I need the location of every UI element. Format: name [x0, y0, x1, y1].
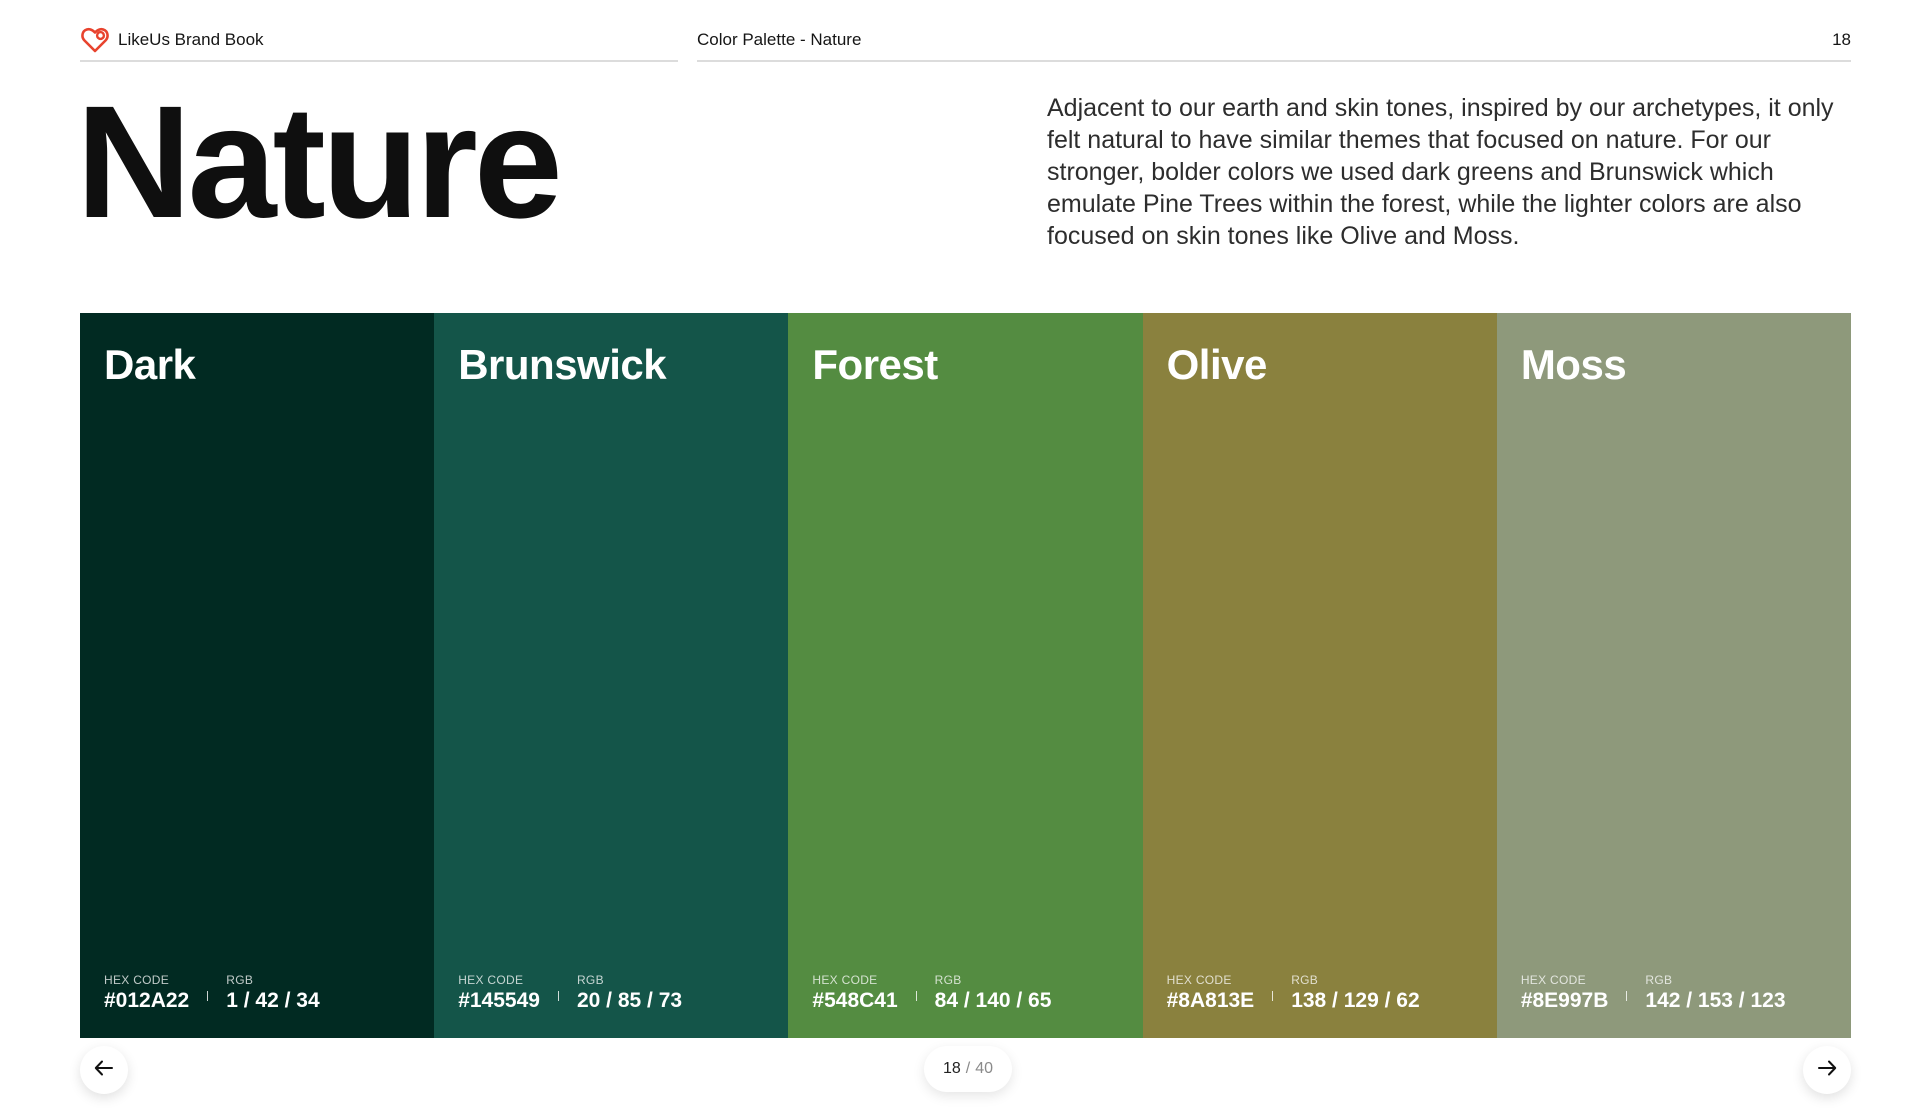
rgb-value: 20 / 85 / 73 — [576, 989, 683, 1012]
page-number: 18 — [1832, 30, 1851, 49]
swatch-brunswick: Brunswick HEX CODE #145549 RGB 20 / 85 /… — [434, 313, 789, 1038]
arrow-right-icon — [1816, 1057, 1838, 1084]
hex-code-value: #145549 — [458, 989, 540, 1012]
pager-current: 18 — [942, 1060, 961, 1077]
previous-page-button[interactable] — [80, 1046, 128, 1094]
swatch-codes: HEX CODE #8E997B RGB 142 / 153 / 123 — [1521, 973, 1786, 1013]
page-indicator: 18 / 40 — [924, 1046, 1012, 1092]
swatch-moss: Moss HEX CODE #8E997B RGB 142 / 153 / 12… — [1496, 313, 1852, 1038]
heart-logo-icon — [80, 25, 110, 55]
swatch-name: Brunswick — [458, 341, 667, 388]
swatch-name: Dark — [104, 341, 196, 388]
rgb-group: RGB 84 / 140 / 65 — [935, 973, 1052, 1013]
hex-code-label: HEX CODE — [458, 973, 524, 987]
swatch-codes: HEX CODE #548C41 RGB 84 / 140 / 65 — [812, 973, 1051, 1013]
brand-name: LikeUs Brand Book — [118, 30, 264, 49]
brand-book-page: LikeUs Brand Book Color Palette - Nature… — [0, 0, 1920, 1112]
code-divider — [1272, 991, 1274, 1001]
rgb-label: RGB — [576, 973, 604, 987]
hex-code-label: HEX CODE — [1520, 973, 1586, 987]
swatch-name: Moss — [1520, 341, 1627, 388]
next-page-button[interactable] — [1803, 1046, 1851, 1094]
section-name: Color Palette - Nature — [697, 30, 862, 49]
code-divider — [557, 991, 559, 1001]
rgb-group: RGB 142 / 153 / 123 — [1645, 973, 1785, 1013]
code-divider — [1626, 991, 1628, 1001]
swatch-name: Forest — [812, 341, 938, 388]
code-divider — [207, 991, 209, 1001]
header-section: Color Palette - Nature 18 — [697, 20, 1851, 62]
pager-total: 40 — [975, 1060, 994, 1077]
rgb-value: 1 / 42 / 34 — [226, 989, 320, 1012]
rgb-label: RGB — [934, 973, 962, 987]
page-description: Adjacent to our earth and skin tones, in… — [1047, 94, 1834, 250]
swatch-dark: Dark HEX CODE #012A22 RGB 1 / 42 / 34 — [80, 313, 435, 1038]
hex-code-value: #8A813E — [1166, 989, 1255, 1012]
rgb-value: 138 / 129 / 62 — [1291, 989, 1420, 1012]
rgb-group: RGB 138 / 129 / 62 — [1291, 973, 1419, 1013]
swatch-name: Olive — [1166, 341, 1268, 388]
hex-code-group: HEX CODE #8E997B — [1521, 973, 1609, 1013]
rgb-group: RGB 20 / 85 / 73 — [577, 973, 682, 1013]
rgb-group: RGB 1 / 42 / 34 — [226, 973, 319, 1013]
rgb-label: RGB — [1645, 973, 1673, 987]
rgb-value: 142 / 153 / 123 — [1645, 989, 1786, 1012]
hex-code-group: HEX CODE #548C41 — [812, 973, 897, 1013]
hex-code-group: HEX CODE #8A813E — [1167, 973, 1255, 1013]
rgb-label: RGB — [226, 973, 254, 987]
hex-code-group: HEX CODE #145549 — [458, 973, 540, 1013]
swatch-codes: HEX CODE #145549 RGB 20 / 85 / 73 — [458, 973, 682, 1013]
page-title: Nature — [76, 72, 563, 251]
swatch-forest: Forest HEX CODE #548C41 RGB 84 / 140 / 6… — [788, 313, 1143, 1038]
hex-code-group: HEX CODE #012A22 — [104, 973, 189, 1013]
swatch-codes: HEX CODE #8A813E RGB 138 / 129 / 62 — [1167, 973, 1420, 1013]
code-divider — [915, 991, 917, 1001]
swatch-codes: HEX CODE #012A22 RGB 1 / 42 / 34 — [104, 973, 320, 1013]
hex-code-value: #8E997B — [1520, 989, 1609, 1012]
arrow-left-icon — [93, 1057, 115, 1084]
rgb-label: RGB — [1291, 973, 1319, 987]
hex-code-label: HEX CODE — [104, 973, 170, 987]
color-palette: Dark HEX CODE #012A22 RGB 1 / 42 / 34 Br… — [80, 313, 1852, 1038]
header-brand: LikeUs Brand Book — [80, 20, 678, 62]
hex-code-value: #548C41 — [812, 989, 898, 1012]
pager-separator: / — [965, 1060, 971, 1077]
hex-code-label: HEX CODE — [1166, 973, 1232, 987]
rgb-value: 84 / 140 / 65 — [934, 989, 1052, 1012]
hex-code-label: HEX CODE — [812, 973, 878, 987]
hex-code-value: #012A22 — [104, 989, 190, 1012]
swatch-olive: Olive HEX CODE #8A813E RGB 138 / 129 / 6… — [1142, 313, 1497, 1038]
